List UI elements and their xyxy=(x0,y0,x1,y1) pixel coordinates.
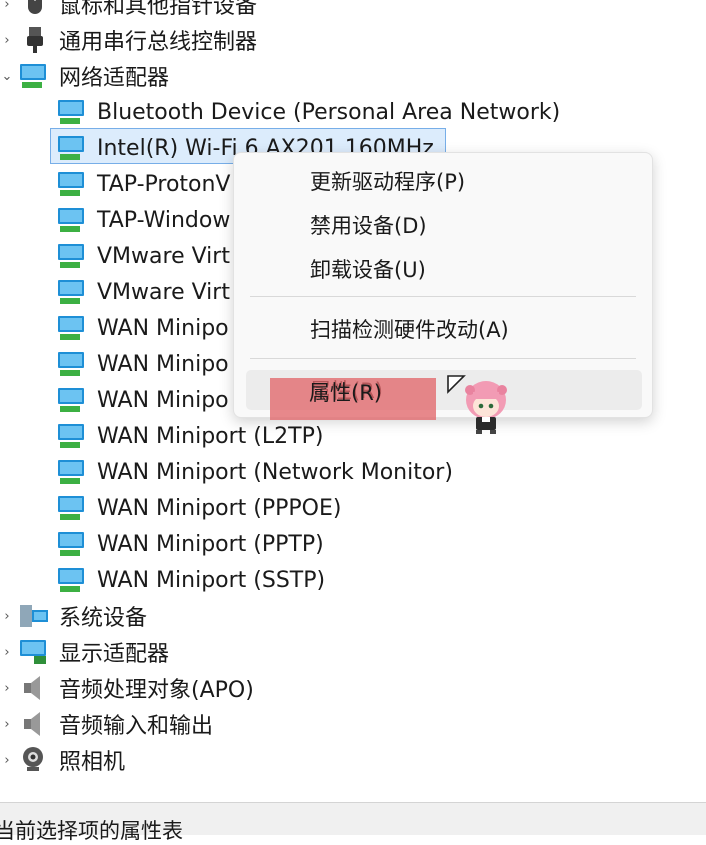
network-adapter-icon xyxy=(58,388,84,412)
menu-item-update-driver[interactable]: 更新驱动程序(P) xyxy=(246,161,642,201)
menu-item-label: 禁用设备(D) xyxy=(310,214,427,238)
network-adapter-icon xyxy=(58,208,84,232)
tree-category-label: 显示适配器 xyxy=(59,642,170,667)
network-adapter-label: WAN Miniport (L2TP) xyxy=(97,423,324,449)
menu-item-disable-device[interactable]: 禁用设备(D) xyxy=(246,205,642,245)
tree-category-label: 鼠标和其他指针设备 xyxy=(59,0,258,19)
status-bar: 当前选择项的属性表 xyxy=(0,802,706,843)
tree-category-label: 网络适配器 xyxy=(59,66,170,91)
tree-category-usb[interactable]: › 通用串行总线控制器 xyxy=(0,22,706,58)
mouse-icon xyxy=(28,0,42,14)
network-adapter-label: WAN Minipo xyxy=(97,387,229,413)
display-adapter-icon xyxy=(20,640,46,664)
network-adapter-icon xyxy=(58,136,84,160)
menu-item-uninstall-device[interactable]: 卸载设备(U) xyxy=(246,249,642,289)
network-adapter-label: Bluetooth Device (Personal Area Network) xyxy=(97,99,561,125)
tree-category-label: 通用串行总线控制器 xyxy=(59,30,258,55)
network-adapter-icon xyxy=(58,352,84,376)
network-adapter-label: TAP-Window xyxy=(97,207,231,233)
mascot-sprite-icon xyxy=(465,381,507,434)
menu-separator xyxy=(250,296,636,297)
tree-category-audio-processing[interactable]: › 音频处理对象(APO) xyxy=(0,670,706,706)
menu-item-label: 更新驱动程序(P) xyxy=(310,170,466,194)
network-adapter-item[interactable]: WAN Miniport (SSTP) xyxy=(0,562,706,598)
network-adapter-item[interactable]: WAN Miniport (Network Monitor) xyxy=(0,454,706,490)
menu-item-scan-hardware[interactable]: 扫描检测硬件改动(A) xyxy=(246,309,642,349)
chevron-right-icon[interactable]: › xyxy=(0,645,14,660)
network-adapter-icon xyxy=(58,280,84,304)
speaker-icon xyxy=(24,712,40,736)
network-adapter-item[interactable]: WAN Miniport (L2TP) xyxy=(0,418,706,454)
tree-category-system-devices[interactable]: › 系统设备 xyxy=(0,598,706,634)
network-adapter-icon xyxy=(58,244,84,268)
chevron-down-icon[interactable]: ⌄ xyxy=(0,69,14,84)
tree-category-mice[interactable]: › 鼠标和其他指针设备 xyxy=(0,0,706,22)
menu-item-label: 扫描检测硬件改动(A) xyxy=(310,318,509,342)
network-adapter-icon xyxy=(58,496,84,520)
status-text: 当前选择项的属性表 xyxy=(0,819,183,843)
menu-item-label: 卸载设备(U) xyxy=(310,258,426,282)
system-device-icon xyxy=(20,605,48,627)
chevron-right-icon[interactable]: › xyxy=(0,0,14,12)
network-adapter-icon xyxy=(58,460,84,484)
network-adapter-label: WAN Miniport (Network Monitor) xyxy=(97,459,453,485)
network-adapter-label: WAN Miniport (PPPOE) xyxy=(97,495,342,521)
usb-icon xyxy=(27,27,43,53)
tree-category-audio-io[interactable]: › 音频输入和输出 xyxy=(0,706,706,742)
chevron-right-icon[interactable]: › xyxy=(0,33,14,48)
network-adapter-icon xyxy=(58,568,84,592)
tree-category-label: 照相机 xyxy=(59,750,126,775)
network-adapter-item[interactable]: Bluetooth Device (Personal Area Network) xyxy=(0,94,706,130)
menu-item-properties-overlay-label: 属性(R) xyxy=(309,381,382,405)
menu-separator xyxy=(250,358,636,359)
tree-category-label: 系统设备 xyxy=(59,606,148,631)
tree-category-camera[interactable]: › 照相机 xyxy=(0,742,706,778)
network-adapter-label: WAN Miniport (SSTP) xyxy=(97,567,326,593)
chevron-right-icon[interactable]: › xyxy=(0,681,14,696)
speaker-icon xyxy=(24,676,40,700)
network-adapter-label: TAP-ProtonV xyxy=(97,171,231,197)
chevron-right-icon[interactable]: › xyxy=(0,609,14,624)
network-adapter-icon xyxy=(20,64,46,88)
tree-category-network-adapters[interactable]: ⌄ 网络适配器 xyxy=(0,58,706,94)
chevron-right-icon[interactable]: › xyxy=(0,753,14,768)
camera-icon xyxy=(23,747,43,771)
network-adapter-icon xyxy=(58,532,84,556)
network-adapter-icon xyxy=(58,172,84,196)
network-adapter-item[interactable]: WAN Miniport (PPTP) xyxy=(0,526,706,562)
network-adapter-icon xyxy=(58,424,84,448)
network-adapter-label: VMware Virt xyxy=(97,279,230,305)
chevron-right-icon[interactable]: › xyxy=(0,717,14,732)
network-adapter-icon xyxy=(58,100,84,124)
tree-category-display-adapters[interactable]: › 显示适配器 xyxy=(0,634,706,670)
network-adapter-label: WAN Miniport (PPTP) xyxy=(97,531,324,557)
network-adapter-icon xyxy=(58,316,84,340)
network-adapter-item[interactable]: WAN Miniport (PPPOE) xyxy=(0,490,706,526)
network-adapter-label: WAN Minipo xyxy=(97,315,229,341)
tree-category-label: 音频处理对象(APO) xyxy=(59,678,254,703)
tree-category-label: 音频输入和输出 xyxy=(59,714,214,739)
network-adapter-label: VMware Virt xyxy=(97,243,230,269)
network-adapter-label: WAN Minipo xyxy=(97,351,229,377)
